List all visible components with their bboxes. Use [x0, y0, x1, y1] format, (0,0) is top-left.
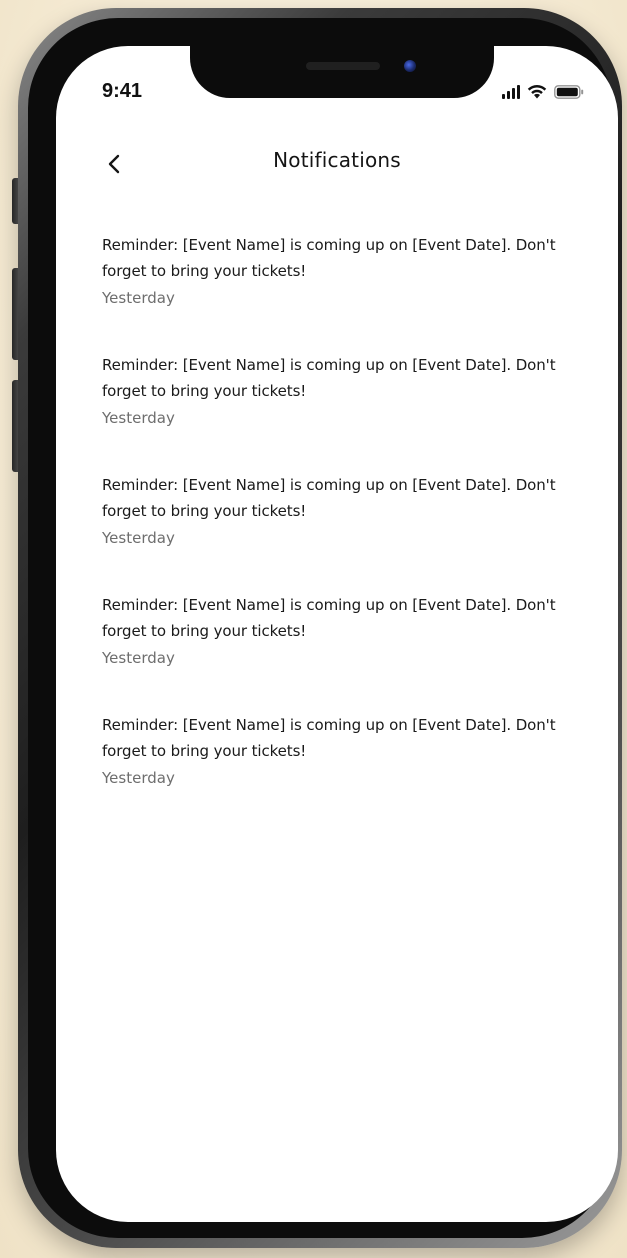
- notification-item[interactable]: Reminder: [Event Name] is coming up on […: [102, 592, 572, 712]
- front-camera: [404, 60, 416, 72]
- page-title: Notifications: [273, 148, 401, 172]
- notification-list: Reminder: [Event Name] is coming up on […: [102, 232, 572, 832]
- phone-frame: 9:41 Notifications Reminder: [Event Name…: [18, 8, 622, 1248]
- notification-time: Yesterday: [102, 769, 175, 787]
- notification-time: Yesterday: [102, 649, 175, 667]
- notification-message: Reminder: [Event Name] is coming up on […: [102, 716, 556, 760]
- cellular-signal-icon: [502, 85, 520, 99]
- speaker-grille: [306, 62, 380, 70]
- notification-item[interactable]: Reminder: [Event Name] is coming up on […: [102, 712, 572, 832]
- notification-message: Reminder: [Event Name] is coming up on […: [102, 236, 556, 280]
- notification-item[interactable]: Reminder: [Event Name] is coming up on […: [102, 352, 572, 472]
- notification-message: Reminder: [Event Name] is coming up on […: [102, 356, 556, 400]
- notification-time: Yesterday: [102, 289, 175, 307]
- battery-icon: [554, 85, 584, 99]
- notification-message: Reminder: [Event Name] is coming up on […: [102, 596, 556, 640]
- notification-time: Yesterday: [102, 409, 175, 427]
- notch: [190, 46, 494, 98]
- wifi-icon: [527, 84, 547, 99]
- app-header: Notifications: [56, 138, 618, 188]
- status-time: 9:41: [102, 80, 143, 102]
- notification-item[interactable]: Reminder: [Event Name] is coming up on […: [102, 472, 572, 592]
- app-screen: 9:41 Notifications Reminder: [Event Name…: [56, 46, 618, 1222]
- notification-message: Reminder: [Event Name] is coming up on […: [102, 476, 556, 520]
- notification-time: Yesterday: [102, 529, 175, 547]
- notification-item[interactable]: Reminder: [Event Name] is coming up on […: [102, 232, 572, 352]
- status-icons: [502, 79, 584, 99]
